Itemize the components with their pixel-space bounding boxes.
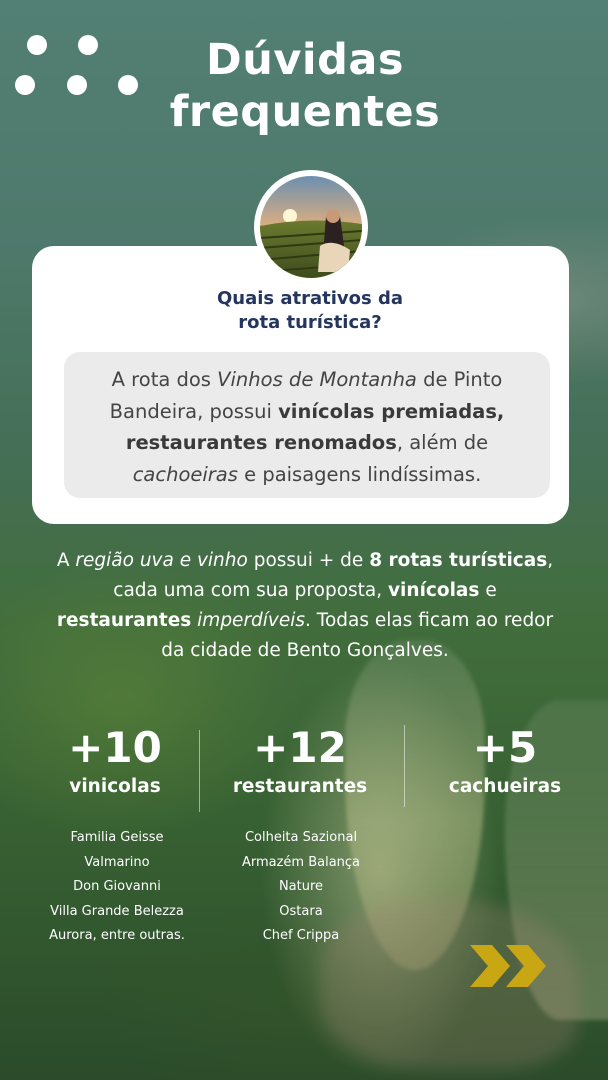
dot (15, 75, 35, 95)
list-item: Don Giovanni (73, 879, 161, 894)
paragraph-italic: região uva e vinho (75, 550, 248, 571)
list-item: Familia Geisse (70, 830, 164, 845)
list-item: Chef Crippa (262, 928, 340, 943)
dot (118, 75, 138, 95)
list-item: Colheita Sazional (244, 830, 358, 845)
paragraph-bold: 8 rotas turísticas (369, 550, 548, 571)
question-line: Quais atrativos da (216, 288, 404, 309)
divider (199, 730, 200, 812)
page-title: Dúvidas frequentes (150, 34, 460, 138)
paragraph-bold: restaurantes (56, 610, 192, 631)
answer-italic: cachoeiras (132, 462, 238, 486)
divider (404, 725, 405, 807)
list-item: Valmarino (84, 854, 150, 870)
paragraph-italic: imperdíveis (197, 610, 306, 631)
dot (67, 75, 87, 95)
stat-waterfalls-label: cachueiras (448, 776, 562, 797)
dot (78, 35, 98, 55)
paragraph-text: possui + de (247, 550, 370, 571)
double-chevron-right-icon[interactable] (468, 943, 548, 989)
avatar (254, 170, 368, 284)
faq-answer: A rota dos Vinhos de Montanha de Pinto B… (78, 364, 536, 490)
vineyard-sunset-photo (260, 176, 362, 278)
list-item: Villa Grande Belezza (50, 903, 184, 919)
intro-paragraph: A região uva e vinho possui + de 8 rotas… (52, 546, 558, 666)
answer-text: A rota dos (111, 368, 218, 391)
stat-restaurants-label: restaurantes (232, 776, 368, 797)
stat-waterfalls-number: +5 (472, 723, 538, 772)
stat-wineries-number: +10 (68, 723, 162, 772)
question-line: rota turística? (238, 312, 382, 333)
faq-question: Quais atrativos da rota turística? (190, 287, 430, 335)
stat-restaurants-number: +12 (253, 723, 347, 772)
list-item: Armazém Balança (241, 854, 361, 870)
list-item: Ostara (279, 903, 323, 919)
dot (27, 35, 47, 55)
paragraph-text: e (479, 580, 497, 601)
list-item: Nature (278, 879, 324, 894)
stat-wineries-label: vinicolas (69, 776, 161, 797)
paragraph-text: A (56, 550, 76, 571)
answer-italic: Vinhos de Montanha (217, 368, 417, 391)
restaurants-list: Colheita Sazional Armazém Balança Nature… (215, 826, 387, 949)
answer-text: e paisagens lindíssimas. (237, 462, 482, 486)
wineries-list: Familia Geisse Valmarino Don Giovanni Vi… (30, 826, 204, 949)
paragraph-bold: vinícolas (388, 580, 480, 601)
list-item: Aurora, entre outras. (49, 928, 185, 943)
title-line: Dúvidas (206, 35, 404, 85)
answer-text: , além de (396, 431, 489, 454)
title-line: frequentes (169, 87, 441, 137)
